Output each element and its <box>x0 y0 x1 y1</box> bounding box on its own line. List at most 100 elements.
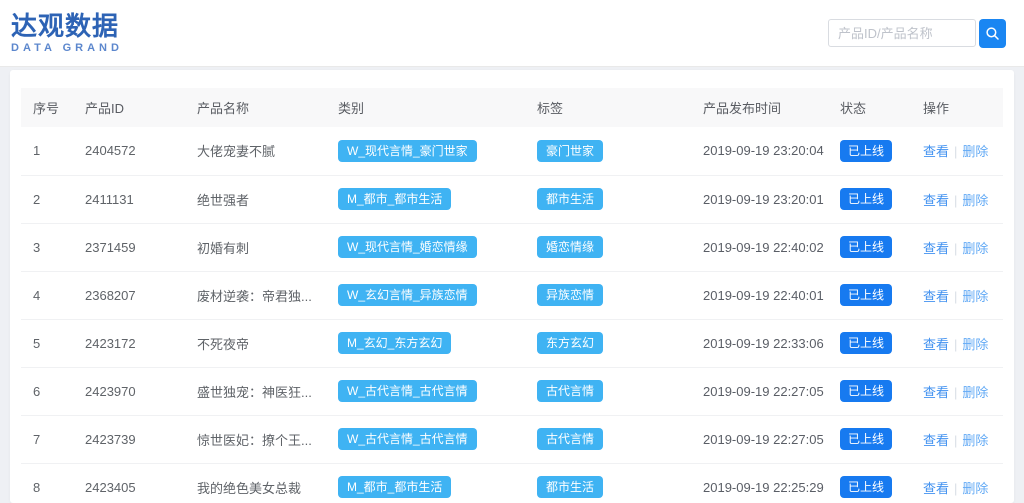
category-badge: M_都市_都市生活 <box>338 188 451 210</box>
product-name: 绝世强者 <box>185 175 326 223</box>
logo-title: 达观数据 <box>11 13 123 39</box>
action-separator: | <box>954 481 957 496</box>
delete-link[interactable]: 删除 <box>962 433 988 448</box>
publish-time: 2019-09-19 22:40:01 <box>691 271 828 319</box>
row-index: 6 <box>21 367 73 415</box>
delete-link[interactable]: 删除 <box>962 385 988 400</box>
tag-badge: 都市生活 <box>537 476 603 498</box>
product-id: 2371459 <box>73 223 185 271</box>
table-row: 6 2423970 盛世独宠：神医狂... W_古代言情_古代言情 古代言情 2… <box>21 367 1003 415</box>
product-name: 废材逆袭：帝君独... <box>185 271 326 319</box>
action-separator: | <box>954 193 957 208</box>
row-index: 3 <box>21 223 73 271</box>
logo[interactable]: 达观数据 DATA GRAND <box>11 13 123 54</box>
table-row: 8 2423405 我的绝色美女总裁 M_都市_都市生活 都市生活 2019-0… <box>21 463 1003 503</box>
table-row: 5 2423172 不死夜帝 M_玄幻_东方玄幻 东方玄幻 2019-09-19… <box>21 319 1003 367</box>
table-row: 2 2411131 绝世强者 M_都市_都市生活 都市生活 2019-09-19… <box>21 175 1003 223</box>
product-id: 2404572 <box>73 127 185 175</box>
row-index: 1 <box>21 127 73 175</box>
action-separator: | <box>954 144 957 159</box>
delete-link[interactable]: 删除 <box>962 144 988 159</box>
table-row: 7 2423739 惊世医妃：撩个王... W_古代言情_古代言情 古代言情 2… <box>21 415 1003 463</box>
action-separator: | <box>954 385 957 400</box>
product-name: 盛世独宠：神医狂... <box>185 367 326 415</box>
publish-time: 2019-09-19 22:40:02 <box>691 223 828 271</box>
product-id: 2368207 <box>73 271 185 319</box>
action-separator: | <box>954 337 957 352</box>
tag-badge: 异族恋情 <box>537 284 603 306</box>
top-header: 达观数据 DATA GRAND <box>0 0 1024 67</box>
publish-time: 2019-09-19 23:20:04 <box>691 127 828 175</box>
product-id: 2423739 <box>73 415 185 463</box>
column-header-index: 序号 <box>21 88 73 127</box>
product-name: 大佬宠妻不腻 <box>185 127 326 175</box>
tag-badge: 古代言情 <box>537 380 603 402</box>
product-id: 2411131 <box>73 175 185 223</box>
view-link[interactable]: 查看 <box>923 385 949 400</box>
view-link[interactable]: 查看 <box>923 481 949 496</box>
column-header-actions: 操作 <box>911 88 1003 127</box>
column-header-product-id: 产品ID <box>73 88 185 127</box>
action-separator: | <box>954 433 957 448</box>
row-index: 7 <box>21 415 73 463</box>
delete-link[interactable]: 删除 <box>962 241 988 256</box>
status-badge: 已上线 <box>840 236 892 258</box>
product-id: 2423970 <box>73 367 185 415</box>
view-link[interactable]: 查看 <box>923 337 949 352</box>
column-header-product-name: 产品名称 <box>185 88 326 127</box>
status-badge: 已上线 <box>840 428 892 450</box>
column-header-tag: 标签 <box>525 88 691 127</box>
tag-badge: 婚恋情缘 <box>537 236 603 258</box>
status-badge: 已上线 <box>840 140 892 162</box>
logo-subtitle: DATA GRAND <box>11 43 123 54</box>
tag-badge: 东方玄幻 <box>537 332 603 354</box>
view-link[interactable]: 查看 <box>923 289 949 304</box>
row-index: 4 <box>21 271 73 319</box>
table-row: 3 2371459 初婚有刺 W_现代言情_婚恋情缘 婚恋情缘 2019-09-… <box>21 223 1003 271</box>
product-name: 我的绝色美女总裁 <box>185 463 326 503</box>
action-separator: | <box>954 241 957 256</box>
action-separator: | <box>954 289 957 304</box>
main-area: 序号 产品ID 产品名称 类别 标签 产品发布时间 状态 操作 1 240457… <box>0 67 1024 503</box>
status-badge: 已上线 <box>840 284 892 306</box>
product-name: 惊世医妃：撩个王... <box>185 415 326 463</box>
delete-link[interactable]: 删除 <box>962 193 988 208</box>
column-header-status: 状态 <box>828 88 911 127</box>
search-box <box>828 19 1006 48</box>
row-index: 2 <box>21 175 73 223</box>
delete-link[interactable]: 删除 <box>962 481 988 496</box>
category-badge: W_古代言情_古代言情 <box>338 380 477 402</box>
row-index: 8 <box>21 463 73 503</box>
category-badge: W_古代言情_古代言情 <box>338 428 477 450</box>
tag-badge: 古代言情 <box>537 428 603 450</box>
delete-link[interactable]: 删除 <box>962 289 988 304</box>
search-icon <box>985 26 1000 41</box>
table-row: 4 2368207 废材逆袭：帝君独... W_玄幻言情_异族恋情 异族恋情 2… <box>21 271 1003 319</box>
tag-badge: 都市生活 <box>537 188 603 210</box>
view-link[interactable]: 查看 <box>923 193 949 208</box>
product-name: 不死夜帝 <box>185 319 326 367</box>
table-row: 1 2404572 大佬宠妻不腻 W_现代言情_豪门世家 豪门世家 2019-0… <box>21 127 1003 175</box>
category-badge: W_现代言情_豪门世家 <box>338 140 477 162</box>
status-badge: 已上线 <box>840 332 892 354</box>
publish-time: 2019-09-19 22:33:06 <box>691 319 828 367</box>
category-badge: M_玄幻_东方玄幻 <box>338 332 451 354</box>
product-name: 初婚有刺 <box>185 223 326 271</box>
tag-badge: 豪门世家 <box>537 140 603 162</box>
row-index: 5 <box>21 319 73 367</box>
status-badge: 已上线 <box>840 188 892 210</box>
view-link[interactable]: 查看 <box>923 144 949 159</box>
delete-link[interactable]: 删除 <box>962 337 988 352</box>
product-table-card: 序号 产品ID 产品名称 类别 标签 产品发布时间 状态 操作 1 240457… <box>10 70 1014 503</box>
search-input[interactable] <box>828 19 976 47</box>
view-link[interactable]: 查看 <box>923 433 949 448</box>
product-id: 2423405 <box>73 463 185 503</box>
category-badge: M_都市_都市生活 <box>338 476 451 498</box>
category-badge: W_现代言情_婚恋情缘 <box>338 236 477 258</box>
view-link[interactable]: 查看 <box>923 241 949 256</box>
publish-time: 2019-09-19 23:20:01 <box>691 175 828 223</box>
search-button[interactable] <box>979 19 1006 48</box>
publish-time: 2019-09-19 22:25:29 <box>691 463 828 503</box>
publish-time: 2019-09-19 22:27:05 <box>691 367 828 415</box>
status-badge: 已上线 <box>840 476 892 498</box>
